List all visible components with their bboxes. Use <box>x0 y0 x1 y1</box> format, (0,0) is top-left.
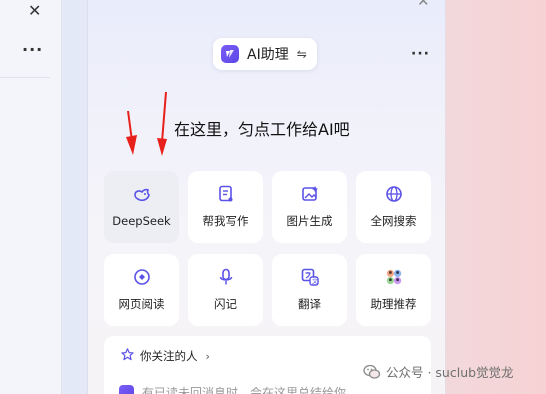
translate-icon: 文 <box>301 268 319 286</box>
watermark: 公众号 · suclub觉觉龙 <box>363 362 514 381</box>
tile-web-reading[interactable]: 网页阅读 <box>104 254 179 326</box>
tile-label: 全网搜索 <box>370 214 417 228</box>
ai-assistant-panel: ✕ AI助理 ⇋ ··· 在这里，匀点工作给AI吧 DeepSeek 帮我写作 … <box>87 0 446 394</box>
following-message: 有已读未回消息时，会在这里总结给你 <box>119 384 346 394</box>
tile-translate[interactable]: 文 翻译 <box>272 254 347 326</box>
wechat-icon <box>363 363 381 381</box>
tile-web-search[interactable]: 全网搜索 <box>356 171 431 243</box>
panel-headline: 在这里，匀点工作给AI吧 <box>174 120 350 139</box>
red-arrow-1 <box>126 111 137 155</box>
microphone-icon <box>217 268 235 286</box>
swap-icon: ⇋ <box>296 47 307 61</box>
tile-label: 闪记 <box>214 297 237 311</box>
tile-label: 帮我写作 <box>202 214 249 228</box>
globe-icon <box>385 185 403 203</box>
tile-label: 助理推荐 <box>370 297 417 311</box>
tile-assistant-recommend[interactable]: 助理推荐 <box>356 254 431 326</box>
following-header[interactable]: 你关注的人 › <box>121 348 210 364</box>
panel-more-icon[interactable]: ··· <box>411 46 430 62</box>
document-pen-icon <box>217 185 235 203</box>
avatars-icon <box>385 268 403 286</box>
tile-label: 网页阅读 <box>118 297 165 311</box>
red-arrow-2 <box>157 92 167 156</box>
close-icon[interactable]: ✕ <box>28 3 41 19</box>
background-window-frame <box>0 0 62 394</box>
tile-deepseek[interactable]: DeepSeek <box>104 171 179 243</box>
following-message-text: 有已读未回消息时，会在这里总结给你 <box>142 386 347 394</box>
whale-icon <box>133 186 151 204</box>
chevron-right-icon: › <box>205 349 210 363</box>
watermark-text: 公众号 · suclub觉觉龙 <box>386 365 514 380</box>
ai-assistant-logo-icon <box>221 45 239 63</box>
star-icon <box>121 348 134 364</box>
svg-text:文: 文 <box>312 278 318 286</box>
tile-image-generation[interactable]: 图片生成 <box>272 171 347 243</box>
image-sparkle-icon <box>301 185 319 203</box>
tile-label: 翻译 <box>298 297 321 311</box>
panel-close-icon[interactable]: ✕ <box>417 0 430 9</box>
assistant-switcher[interactable]: AI助理 ⇋ <box>213 38 317 70</box>
background-window: ✕ ··· <box>0 0 62 394</box>
tile-quick-notes[interactable]: 闪记 <box>188 254 263 326</box>
ai-assistant-logo-icon <box>119 385 134 394</box>
following-title: 你关注的人 <box>140 349 198 363</box>
tile-writing[interactable]: 帮我写作 <box>188 171 263 243</box>
assistant-title: AI助理 <box>247 47 289 63</box>
more-options-icon[interactable]: ··· <box>22 40 43 59</box>
feature-grid: DeepSeek 帮我写作 图片生成 全网搜索 网页阅读 闪记 文 翻译 助理推… <box>104 171 431 326</box>
tile-label: 图片生成 <box>286 214 333 228</box>
divider <box>0 77 50 78</box>
compass-icon <box>133 268 151 286</box>
tile-label: DeepSeek <box>112 214 171 228</box>
